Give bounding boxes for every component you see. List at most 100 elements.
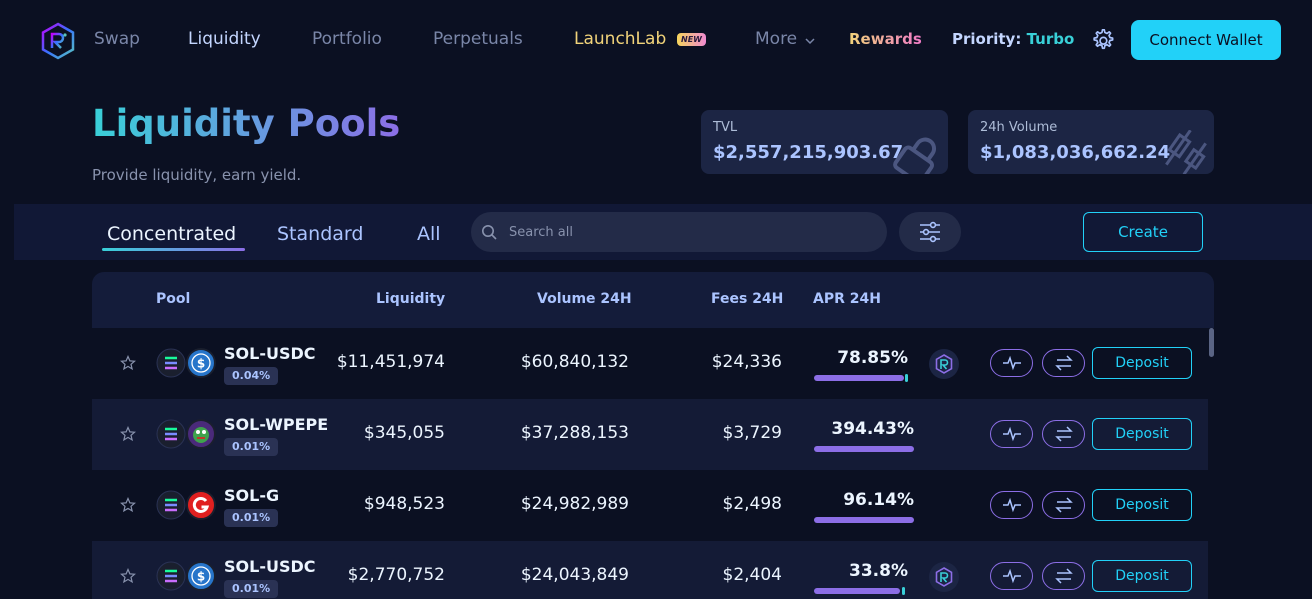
sol-token-icon bbox=[156, 348, 186, 378]
swap-arrows-icon bbox=[1055, 497, 1073, 513]
apr-bar bbox=[814, 446, 914, 452]
search-icon bbox=[482, 225, 497, 240]
star-icon[interactable] bbox=[120, 568, 136, 584]
nav-rewards[interactable]: Rewards bbox=[849, 30, 922, 48]
sliders-icon bbox=[920, 221, 940, 243]
top-nav: Swap Liquidity Portfolio Perpetuals Laun… bbox=[0, 0, 1312, 80]
chevron-down-icon bbox=[805, 38, 815, 45]
fee-badge: 0.01% bbox=[224, 580, 279, 598]
sol-token-icon bbox=[156, 419, 186, 449]
search-input[interactable] bbox=[509, 212, 869, 252]
deposit-button[interactable]: Deposit bbox=[1092, 418, 1192, 450]
apr-bar bbox=[814, 517, 914, 523]
priority-value: Turbo bbox=[1026, 30, 1075, 48]
sol-token-icon bbox=[156, 561, 186, 591]
tvl-label: TVL bbox=[713, 120, 738, 135]
liquidity-value: $948,523 bbox=[363, 494, 445, 514]
table-row[interactable]: SOL-WPEPE 0.01% $345,055 $37,288,153 $3,… bbox=[92, 399, 1208, 470]
gear-icon[interactable] bbox=[1089, 27, 1116, 54]
apr-value: 96.14% bbox=[843, 490, 914, 510]
apr-value: 78.85% bbox=[837, 348, 908, 368]
table-row[interactable]: $ SOL-USDC 0.04% $11,451,974 $60,840,132… bbox=[92, 328, 1208, 399]
lock-icon bbox=[893, 137, 936, 174]
tab-all[interactable]: All bbox=[417, 223, 441, 245]
filter-settings-button[interactable] bbox=[899, 212, 961, 252]
priority-selector[interactable]: Priority: Turbo bbox=[952, 30, 1074, 48]
raydium-logo-icon[interactable] bbox=[40, 22, 76, 60]
table-row[interactable]: SOL-G 0.01% $948,523 $24,982,989 $2,498 … bbox=[92, 470, 1208, 541]
apr-value: 394.43% bbox=[831, 419, 914, 439]
connect-wallet-button[interactable]: Connect Wallet bbox=[1131, 20, 1281, 60]
table-scrollbar[interactable] bbox=[1209, 328, 1214, 357]
table-header: Pool Liquidity Volume 24H Fees 24H APR 2… bbox=[92, 272, 1214, 328]
tab-active-indicator bbox=[102, 248, 245, 251]
swap-arrows-icon bbox=[1055, 355, 1073, 371]
nav-launchlab[interactable]: LaunchLab bbox=[574, 29, 666, 49]
pulse-icon bbox=[1003, 568, 1021, 584]
chart-button[interactable] bbox=[990, 562, 1033, 590]
liquidity-value: $11,451,974 bbox=[336, 352, 445, 372]
header-fees[interactable]: Fees 24H bbox=[711, 291, 783, 307]
nav-portfolio[interactable]: Portfolio bbox=[312, 29, 382, 49]
volume-card: 24h Volume $1,083,036,662.24 bbox=[968, 110, 1214, 174]
search-box bbox=[471, 212, 887, 252]
pool-pair: SOL-WPEPE bbox=[224, 415, 329, 434]
header-apr[interactable]: APR 24H bbox=[813, 291, 881, 307]
liquidity-value: $345,055 bbox=[363, 423, 445, 443]
wpepe-token-icon bbox=[186, 419, 216, 449]
apr-bar bbox=[814, 588, 900, 594]
nav-swap[interactable]: Swap bbox=[94, 29, 140, 49]
apr-bar-tick bbox=[902, 587, 905, 595]
svg-text:$: $ bbox=[197, 357, 205, 371]
nav-liquidity[interactable]: Liquidity bbox=[188, 29, 261, 49]
chart-button[interactable] bbox=[990, 420, 1033, 448]
fee-badge: 0.01% bbox=[224, 509, 279, 527]
priority-label: Priority: bbox=[952, 30, 1022, 48]
nav-more[interactable]: More bbox=[755, 29, 797, 49]
deposit-button[interactable]: Deposit bbox=[1092, 489, 1192, 521]
swap-arrows-icon bbox=[1055, 426, 1073, 442]
svg-text:$: $ bbox=[197, 570, 205, 584]
volume-value: $1,083,036,662.24 bbox=[980, 142, 1171, 163]
fee-badge: 0.04% bbox=[224, 367, 279, 385]
apr-bar-tick bbox=[905, 374, 908, 382]
usdc-token-icon: $ bbox=[186, 561, 216, 591]
swap-button[interactable] bbox=[1042, 491, 1085, 519]
swap-arrows-icon bbox=[1055, 568, 1073, 584]
nav-perpetuals[interactable]: Perpetuals bbox=[433, 29, 523, 49]
deposit-button[interactable]: Deposit bbox=[1092, 347, 1192, 379]
new-badge: NEW bbox=[677, 33, 706, 46]
volume-value: $24,043,849 bbox=[520, 565, 629, 585]
swap-button[interactable] bbox=[1042, 349, 1085, 377]
star-icon[interactable] bbox=[120, 355, 136, 371]
fees-value: $2,404 bbox=[722, 565, 782, 585]
chart-button[interactable] bbox=[990, 491, 1033, 519]
tvl-value: $2,557,215,903.67 bbox=[713, 142, 904, 163]
volume-value: $24,982,989 bbox=[520, 494, 629, 514]
volume-value: $60,840,132 bbox=[520, 352, 629, 372]
volume-value: $37,288,153 bbox=[520, 423, 629, 443]
ray-reward-icon bbox=[929, 349, 959, 379]
apr-value: 33.8% bbox=[849, 561, 908, 581]
deposit-button[interactable]: Deposit bbox=[1092, 560, 1192, 592]
sol-token-icon bbox=[156, 490, 186, 520]
usdc-token-icon: $ bbox=[186, 348, 216, 378]
tab-standard[interactable]: Standard bbox=[277, 223, 363, 245]
create-pool-button[interactable]: Create bbox=[1083, 212, 1203, 252]
star-icon[interactable] bbox=[120, 426, 136, 442]
pulse-icon bbox=[1003, 497, 1021, 513]
header-liquidity[interactable]: Liquidity bbox=[376, 291, 445, 307]
header-pool[interactable]: Pool bbox=[156, 291, 190, 307]
header-volume[interactable]: Volume 24H bbox=[537, 291, 632, 307]
apr-bar bbox=[814, 375, 904, 381]
table-row[interactable]: $ SOL-USDC 0.01% $2,770,752 $24,043,849 … bbox=[92, 541, 1208, 599]
chart-button[interactable] bbox=[990, 349, 1033, 377]
pulse-icon bbox=[1003, 355, 1021, 371]
swap-button[interactable] bbox=[1042, 562, 1085, 590]
page-title: Liquidity Pools bbox=[92, 102, 401, 145]
tab-concentrated[interactable]: Concentrated bbox=[107, 223, 236, 245]
swap-button[interactable] bbox=[1042, 420, 1085, 448]
star-icon[interactable] bbox=[120, 497, 136, 513]
page-subtitle: Provide liquidity, earn yield. bbox=[92, 166, 302, 184]
candlestick-icon bbox=[1165, 130, 1207, 174]
